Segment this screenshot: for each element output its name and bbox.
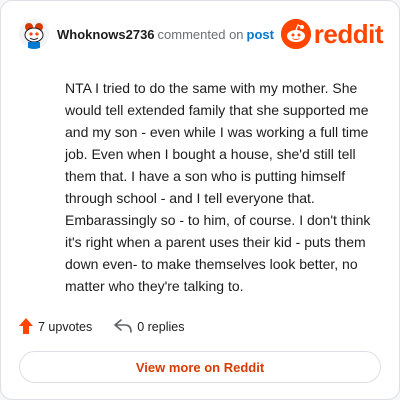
reply-arrow-icon bbox=[114, 318, 133, 336]
upvote-button[interactable]: 7 upvotes bbox=[19, 317, 93, 337]
snoo-avatar-icon[interactable] bbox=[19, 19, 49, 49]
comment-card: Whoknows2736 commented on post reddit NTA … bbox=[0, 0, 400, 400]
username[interactable]: Whoknows2736 bbox=[57, 27, 155, 42]
reply-count: 0 replies bbox=[137, 320, 185, 334]
reply-button[interactable]: 0 replies bbox=[114, 318, 185, 336]
comment-actions: 7 upvotes 0 replies bbox=[19, 317, 184, 337]
reddit-logo-icon bbox=[280, 19, 311, 49]
comment-header: Whoknows2736 commented on post reddit bbox=[19, 17, 384, 51]
view-more-button[interactable]: View more on Reddit bbox=[19, 351, 381, 383]
upvote-arrow-icon bbox=[19, 317, 33, 337]
comment-meta: Whoknows2736 commented on post bbox=[57, 27, 274, 42]
reddit-wordmark: reddit bbox=[313, 18, 384, 49]
upvote-count: 7 upvotes bbox=[38, 320, 93, 334]
post-link[interactable]: post bbox=[247, 27, 274, 42]
comment-body: NTA I tried to do the same with my mothe… bbox=[65, 80, 371, 294]
reddit-logo[interactable]: reddit bbox=[280, 18, 384, 50]
commented-on-text: commented on bbox=[157, 26, 244, 42]
